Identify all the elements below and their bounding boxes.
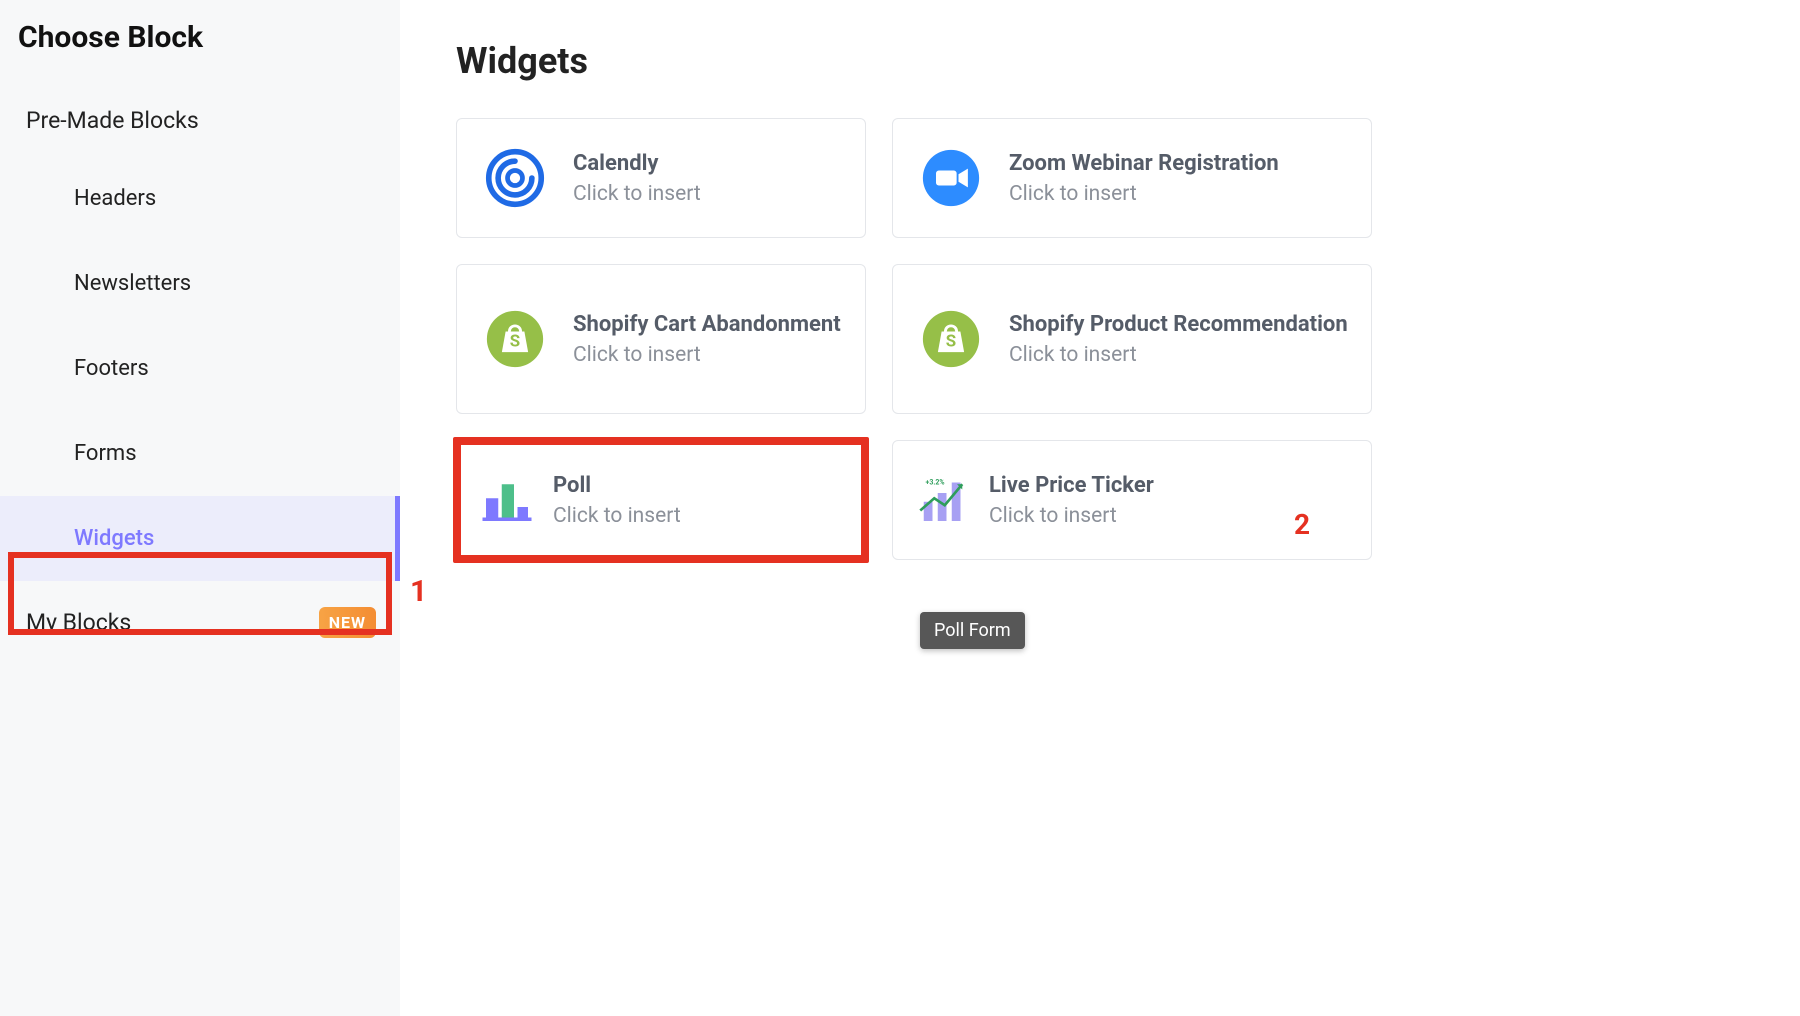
card-title: Shopify Product Recommendation xyxy=(1009,312,1349,337)
card-title: Live Price Ticker xyxy=(989,473,1349,498)
svg-text:S: S xyxy=(946,332,956,352)
sidebar-subitems: Headers Newsletters Footers Forms Widget… xyxy=(0,156,400,581)
widget-card-zoom[interactable]: Zoom Webinar Registration Click to inser… xyxy=(892,118,1372,238)
page-title: Widgets xyxy=(456,40,1744,82)
card-title: Poll xyxy=(553,473,843,498)
widget-card-shopify-product[interactable]: S Shopify Product Recommendation Click t… xyxy=(892,264,1372,414)
zoom-icon xyxy=(915,142,987,214)
my-blocks-label: My Blocks xyxy=(26,609,131,636)
sidebar-item-footers[interactable]: Footers xyxy=(0,326,400,411)
card-subtitle: Click to insert xyxy=(989,504,1349,528)
card-subtitle: Click to insert xyxy=(1009,182,1349,206)
poll-icon xyxy=(479,472,535,528)
card-subtitle: Click to insert xyxy=(1009,343,1349,367)
card-title: Shopify Cart Abandonment xyxy=(573,312,843,337)
sidebar-item-widgets[interactable]: Widgets xyxy=(0,496,400,581)
widget-card-poll[interactable]: Poll Click to insert xyxy=(456,440,866,560)
widget-card-ticker[interactable]: +3.2% Live Price Ticker Click to insert xyxy=(892,440,1372,560)
card-title: Calendly xyxy=(573,151,843,176)
sidebar-category-premade[interactable]: Pre-Made Blocks xyxy=(0,81,400,156)
calendly-icon xyxy=(479,142,551,214)
card-subtitle: Click to insert xyxy=(553,504,843,528)
ticker-icon: +3.2% xyxy=(915,472,971,528)
main-content: Widgets Calendly Click to insert xyxy=(400,0,1800,1016)
sidebar-item-newsletters[interactable]: Newsletters xyxy=(0,241,400,326)
widget-card-shopify-cart[interactable]: S Shopify Cart Abandonment Click to inse… xyxy=(456,264,866,414)
sidebar-title: Choose Block xyxy=(0,0,400,81)
svg-text:+3.2%: +3.2% xyxy=(926,478,945,486)
shopify-icon: S xyxy=(479,303,551,375)
shopify-icon: S xyxy=(915,303,987,375)
sidebar-item-forms[interactable]: Forms xyxy=(0,411,400,496)
card-subtitle: Click to insert xyxy=(573,182,843,206)
widget-card-calendly[interactable]: Calendly Click to insert xyxy=(456,118,866,238)
svg-text:S: S xyxy=(510,332,520,352)
widget-grid: Calendly Click to insert Zoom Webinar Re… xyxy=(456,118,1744,560)
sidebar: Choose Block Pre-Made Blocks Headers New… xyxy=(0,0,400,1016)
card-subtitle: Click to insert xyxy=(573,343,843,367)
card-title: Zoom Webinar Registration xyxy=(1009,151,1349,176)
tooltip-poll-form: Poll Form xyxy=(920,612,1025,649)
sidebar-item-headers[interactable]: Headers xyxy=(0,156,400,241)
new-badge: NEW xyxy=(319,607,376,638)
sidebar-my-blocks[interactable]: My Blocks NEW xyxy=(0,581,400,664)
